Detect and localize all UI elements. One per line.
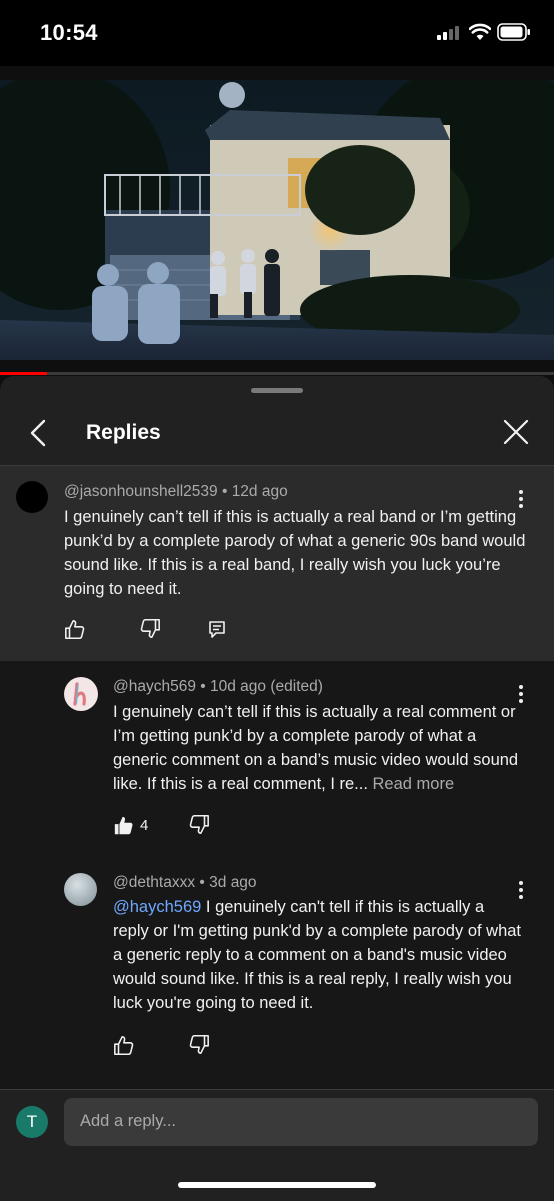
- battery-icon: [497, 23, 530, 41]
- meta-separator: •: [199, 874, 210, 891]
- avatar[interactable]: [64, 873, 97, 906]
- reply-icon[interactable]: [207, 619, 227, 639]
- video-frame-image: [0, 80, 554, 360]
- comment-author[interactable]: @jasonhounshell2539: [64, 483, 218, 500]
- dislike-icon[interactable]: [188, 1033, 210, 1055]
- status-bar: 10:54: [0, 0, 554, 66]
- like-count: 4: [140, 817, 149, 834]
- comment-text: I genuinely can’t tell if this is actual…: [64, 508, 526, 598]
- mention-link[interactable]: @haych569: [113, 898, 201, 916]
- video-progress-fill: [0, 372, 48, 375]
- comment-age: 12d ago: [231, 483, 288, 500]
- drag-handle[interactable]: [251, 388, 303, 393]
- panel-title: Replies: [86, 421, 161, 444]
- reply-text: I genuinely can’t tell if this is actual…: [113, 700, 519, 796]
- h-logo-icon: [73, 682, 86, 706]
- reply-meta: @dethtaxxx • 3d ago: [113, 874, 257, 892]
- like-icon[interactable]: [113, 815, 135, 837]
- home-indicator[interactable]: [178, 1182, 376, 1188]
- reply-input-placeholder: Add a reply...: [80, 1112, 176, 1130]
- reply-author[interactable]: @dethtaxxx: [113, 874, 195, 891]
- dislike-icon[interactable]: [139, 617, 161, 639]
- meta-separator: •: [221, 483, 232, 500]
- reply-text-content: I genuinely can’t tell if this is actual…: [113, 703, 519, 793]
- reply-text: @haych569 I genuinely can't tell if this…: [113, 895, 523, 1015]
- reply-age: 10d ago (edited): [210, 678, 323, 695]
- reply-input[interactable]: Add a reply...: [64, 1098, 538, 1146]
- avatar[interactable]: [64, 677, 98, 711]
- reply-author[interactable]: @haych569: [113, 678, 196, 695]
- dislike-icon[interactable]: [188, 813, 210, 835]
- video-progress-bar[interactable]: [0, 372, 554, 375]
- back-chevron-icon[interactable]: [26, 418, 52, 448]
- user-avatar[interactable]: T: [16, 1106, 48, 1138]
- like-icon[interactable]: [113, 1035, 135, 1057]
- wifi-icon: [469, 23, 491, 40]
- reply-meta: @haych569 • 10d ago (edited): [113, 678, 323, 696]
- reply-age: 3d ago: [209, 874, 257, 891]
- close-icon[interactable]: [502, 418, 530, 446]
- like-icon[interactable]: [64, 619, 86, 641]
- avatar[interactable]: [16, 481, 48, 513]
- video-player[interactable]: [0, 80, 554, 360]
- comment-meta: @jasonhounshell2539 • 12d ago: [64, 483, 288, 501]
- status-time: 10:54: [40, 20, 98, 45]
- meta-separator: •: [200, 678, 211, 695]
- read-more-link[interactable]: Read more: [373, 775, 455, 793]
- cellular-signal-icon: [437, 26, 459, 40]
